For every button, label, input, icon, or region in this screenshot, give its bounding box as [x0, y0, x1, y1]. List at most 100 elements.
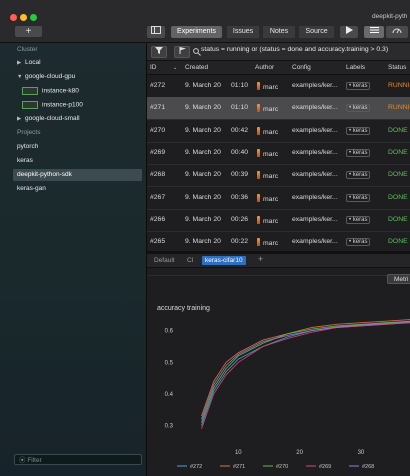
series-line [201, 320, 410, 423]
sidebar-item-google-cloud-gpu[interactable]: ▼ google-cloud-gpu [17, 73, 75, 80]
status-badge: RUNNIN [388, 82, 410, 89]
filter-toggle-button[interactable] [151, 46, 167, 58]
legend-label: #271 [233, 464, 245, 470]
column-header-labels[interactable]: Labels [346, 64, 365, 71]
legend-label: #270 [276, 464, 288, 470]
server-icon [22, 101, 38, 109]
cell-config: examples/ker... [292, 171, 338, 179]
cell-date: 9. March 20 [185, 126, 221, 134]
add-button[interactable]: + [15, 26, 42, 37]
table-row[interactable]: #269 9. March 20 00:40 marc examples/ker... •… [147, 142, 410, 165]
y-tick-label: 0.6 [165, 329, 174, 335]
cell-label: • keras [346, 171, 371, 180]
y-tick-label: 0.4 [165, 392, 174, 398]
cell-date: 9. March 20 [185, 104, 221, 112]
minimize-window-button[interactable] [20, 14, 27, 21]
label-badge: • keras [346, 104, 371, 113]
cell-config: examples/ker... [292, 82, 338, 89]
legend-label: #269 [319, 464, 331, 470]
run-button[interactable] [340, 26, 358, 38]
dashboard-view-button[interactable] [386, 26, 408, 38]
column-header-id[interactable]: ID [150, 64, 157, 71]
add-tab-icon[interactable]: + [258, 254, 263, 264]
column-header-config[interactable]: Config [292, 64, 311, 71]
sidebar-item-instance-p100[interactable]: instance-p100 [22, 101, 83, 109]
bottom-tabs: Default CI keras-cifar10 + [147, 254, 410, 268]
gauge-icon [392, 28, 402, 34]
query-input[interactable]: status = running or (status = done and a… [201, 46, 388, 53]
status-badge: DONE [388, 171, 408, 179]
status-badge: DONE [388, 193, 408, 201]
sidebar-toggle-button[interactable] [147, 26, 165, 38]
author-name: marc [263, 173, 279, 181]
funnel-icon [155, 47, 163, 54]
legend-label: #268 [362, 464, 374, 470]
label-badge: • keras [346, 238, 371, 247]
cell-time: 00:39 [231, 171, 249, 179]
y-tick-label: 0.5 [165, 360, 174, 366]
column-header-author[interactable]: Author [255, 64, 274, 71]
tab-source[interactable]: Source [299, 26, 334, 38]
tab-notes[interactable]: Notes [263, 26, 295, 38]
close-window-button[interactable] [10, 14, 17, 21]
column-header-created[interactable]: Created [185, 64, 208, 71]
label-badge: • keras [346, 82, 371, 90]
table-row[interactable]: #266 9. March 20 00:26 marc examples/ker... •… [147, 209, 410, 232]
tab-default[interactable]: Default [154, 257, 175, 264]
series-line [201, 321, 410, 420]
sidebar: Cluster ▶ Local ▼ google-cloud-gpu instanc… [0, 43, 147, 476]
flag-button[interactable] [174, 46, 190, 58]
play-icon [346, 26, 353, 34]
author-name: marc [263, 240, 279, 248]
sidebar-item-keras-gan[interactable]: keras-gan [17, 185, 46, 192]
label-text: keras [352, 149, 368, 156]
cell-config: examples/ker... [292, 104, 338, 112]
tab-experiments[interactable]: Experiments [171, 26, 222, 38]
search-icon [193, 48, 201, 56]
cell-author: marc [257, 238, 278, 247]
cell-id: #269 [150, 148, 166, 156]
status-badge: DONE [388, 126, 408, 134]
tab-keras-cifar10[interactable]: keras-cifar10 [202, 256, 246, 265]
sidebar-item-keras[interactable]: keras [17, 157, 33, 164]
metrics-button[interactable]: Metri [387, 274, 410, 284]
flag-icon [179, 47, 186, 54]
user-avatar-icon [257, 193, 260, 202]
sidebar-item-label: instance-p100 [42, 101, 83, 109]
table-row[interactable]: #268 9. March 20 00:39 marc examples/ker... •… [147, 164, 410, 188]
cell-date: 9. March 20 [185, 193, 221, 201]
cell-time: 01:10 [231, 104, 249, 112]
label-text: keras [352, 194, 368, 201]
sidebar-item-deepkit-python-sdk[interactable]: deepkit-python-sdk [17, 171, 72, 178]
zoom-window-button[interactable] [30, 14, 37, 21]
table-row[interactable]: #267 9. March 20 00:36 marc examples/ker... •… [147, 187, 410, 210]
sidebar-item-local[interactable]: ▶ Local [17, 59, 41, 66]
sidebar-item-pytorch[interactable]: pytorch [17, 143, 38, 150]
label-text: keras [352, 216, 368, 223]
tab-issues[interactable]: Issues [227, 26, 259, 38]
label-text: keras [352, 83, 368, 89]
sort-desc-icon[interactable]: ⌄ [173, 65, 177, 71]
tab-ci[interactable]: CI [187, 257, 194, 264]
cell-author: marc [257, 171, 278, 180]
disclosure-right-icon: ▶ [17, 116, 22, 122]
chart-title: accuracy training [157, 305, 210, 312]
list-view-button[interactable] [364, 26, 384, 38]
cell-author: marc [257, 148, 278, 158]
sidebar-item-google-cloud-small[interactable]: ▶ google-cloud-small [17, 115, 80, 122]
cell-id: #268 [150, 171, 166, 179]
column-header-status[interactable]: Status [388, 64, 406, 71]
filter-placeholder: Filter [27, 457, 42, 464]
user-avatar-icon [257, 238, 260, 247]
table-row[interactable]: #270 9. March 20 00:42 marc examples/ker... •… [147, 120, 410, 143]
sidebar-item-instance-k80[interactable]: instance-k80 [22, 87, 79, 95]
sidebar-filter[interactable]: ⦿ Filter [14, 454, 142, 465]
table-row[interactable]: #271 9. March 20 01:10 marc examples/ker... •… [147, 97, 410, 121]
cell-label: • keras [346, 126, 371, 135]
cell-date: 9. March 20 [185, 171, 221, 179]
cell-id: #272 [150, 82, 166, 89]
cell-id: #266 [150, 215, 166, 223]
table-row[interactable]: #272 9. March 20 01:10 marc examples/ker... •… [147, 75, 410, 98]
sidebar-icon [151, 26, 161, 34]
cell-author: marc [257, 193, 278, 203]
